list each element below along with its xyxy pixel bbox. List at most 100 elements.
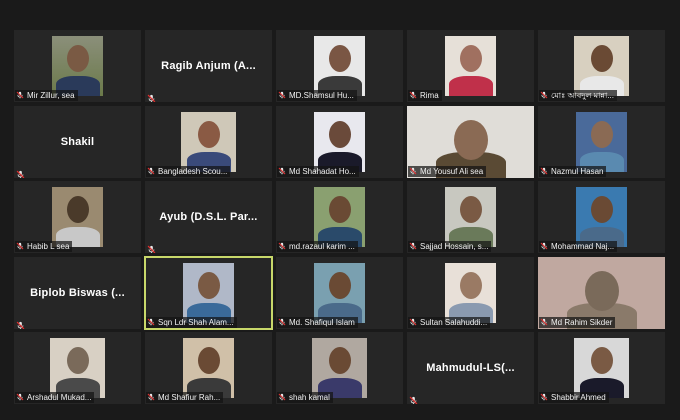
- participant-tile[interactable]: Ayub (D.S.L. Par...: [145, 181, 272, 253]
- participant-name: Md Shahadat Ho...: [289, 166, 356, 176]
- participant-tile[interactable]: Arshadul Mukad...: [14, 332, 141, 404]
- participant-video-feed: [314, 187, 365, 247]
- mic-muted-icon: [409, 167, 417, 176]
- mic-muted-icon: [540, 91, 548, 100]
- mic-muted-icon: [278, 242, 286, 251]
- participant-name: মোঃ আবদুল মান্না...: [551, 91, 614, 100]
- participant-name-tag: Md Yousuf Ali sea: [408, 165, 487, 177]
- participant-name-tag: shah kamal: [277, 392, 333, 403]
- participant-name-tag: Sajjad Hossain, s...: [408, 241, 492, 252]
- participant-name-tag: Md Shafiur Rah...: [146, 392, 224, 403]
- participant-face: [459, 196, 482, 223]
- participant-name-tag: Sultan Salahuddi...: [408, 316, 491, 328]
- participant-tile[interactable]: Md. Shafiqul Islam: [276, 256, 403, 329]
- participant-face: [459, 45, 482, 72]
- participant-video-feed: [181, 111, 236, 172]
- participant-display-name: Ayub (D.S.L. Par...: [159, 211, 258, 223]
- participant-tile[interactable]: Nazmul Hasan: [538, 105, 665, 178]
- participant-tile[interactable]: shah kamal: [276, 332, 403, 404]
- participant-tile[interactable]: Shakil: [14, 105, 141, 178]
- participant-name-tag: Mir Zillur, sea: [15, 90, 78, 101]
- mic-muted-icon: [147, 318, 155, 327]
- participant-display-name: Ragib Anjum (A...: [161, 60, 256, 72]
- mic-muted-icon: [540, 318, 548, 327]
- participant-face: [197, 120, 220, 148]
- participant-name: Rima: [420, 91, 439, 100]
- mic-muted-icon: [409, 392, 418, 404]
- mic-muted-icon: [16, 91, 24, 100]
- participant-video-feed: [574, 338, 629, 398]
- participant-name: Md. Shafiqul Islam: [289, 317, 355, 327]
- participant-tile[interactable]: Sqn Ldr Shah Alam...: [144, 255, 273, 330]
- participant-tile[interactable]: md.razaul karim ...: [276, 181, 403, 253]
- mic-muted-icon: [278, 91, 286, 100]
- participant-face: [328, 271, 351, 299]
- participant-video-feed: [314, 262, 365, 323]
- participant-tile[interactable]: Ragib Anjum (A...: [145, 30, 272, 102]
- mic-muted-icon: [16, 393, 24, 402]
- participant-name: Mir Zillur, sea: [27, 91, 75, 100]
- participant-tile[interactable]: Mohammad Naj...: [538, 181, 665, 253]
- participant-face: [584, 270, 619, 311]
- participant-tile[interactable]: Md Yousuf Ali sea: [407, 105, 534, 178]
- participant-name-tag: Sqn Ldr Shah Alam...: [146, 316, 237, 328]
- participant-video-feed: [183, 338, 234, 398]
- participant-video-feed: [445, 36, 496, 96]
- mic-muted-icon: [147, 393, 155, 402]
- participant-video-feed: [52, 187, 103, 247]
- mic-muted-icon: [409, 91, 417, 100]
- participant-name-tag: Nazmul Hasan: [539, 165, 607, 177]
- participant-tile[interactable]: Md Shafiur Rah...: [145, 332, 272, 404]
- participant-name-tag: Habib L sea: [15, 241, 73, 252]
- participant-name-tag: Bangladesh Scou...: [146, 165, 231, 177]
- participant-video-feed: [314, 111, 365, 172]
- participant-tile[interactable]: Mir Zillur, sea: [14, 30, 141, 102]
- participant-video-feed: [576, 187, 627, 247]
- participant-face: [328, 347, 351, 374]
- participant-tile[interactable]: Rima: [407, 30, 534, 102]
- participant-video-feed: [52, 36, 103, 96]
- mic-muted-icon: [540, 167, 548, 176]
- participant-video-feed: [312, 338, 367, 398]
- participant-name: Md Shafiur Rah...: [158, 393, 221, 402]
- participant-face: [328, 120, 351, 148]
- participant-tile[interactable]: Habib L sea: [14, 181, 141, 253]
- participant-name: Sqn Ldr Shah Alam...: [158, 317, 234, 327]
- participant-tile[interactable]: Sultan Salahuddi...: [407, 256, 534, 329]
- participant-name-tag: Rima: [408, 90, 442, 101]
- participant-tile[interactable]: Shabbir Ahmed: [538, 332, 665, 404]
- mic-muted-icon: [409, 318, 417, 327]
- participant-face: [197, 347, 220, 374]
- participant-video-feed: [574, 36, 629, 96]
- participant-name: Arshadul Mukad...: [27, 393, 92, 402]
- participant-tile[interactable]: Mahmudul-LS(...: [407, 332, 534, 404]
- participant-display-name: Mahmudul-LS(...: [426, 362, 515, 374]
- participant-tile[interactable]: Biplob Biswas (...: [14, 256, 141, 329]
- participant-name-tag: মোঃ আবদুল মান্না...: [539, 90, 617, 101]
- participant-video-feed: [576, 111, 627, 172]
- mic-muted-icon: [409, 242, 417, 251]
- participant-tile[interactable]: MD.Shamsul Hu...: [276, 30, 403, 102]
- participant-name: md.razaul karim ...: [289, 242, 355, 251]
- participant-tile[interactable]: Sajjad Hossain, s...: [407, 181, 534, 253]
- participant-tile[interactable]: Md Rahim Sikder: [538, 256, 665, 329]
- mic-muted-icon: [540, 393, 548, 402]
- participant-name: Bangladesh Scou...: [158, 166, 228, 176]
- participant-tile[interactable]: মোঃ আবদুল মান্না...: [538, 30, 665, 102]
- participant-tile[interactable]: Md Shahadat Ho...: [276, 105, 403, 178]
- participant-video-feed: [50, 338, 105, 398]
- participant-face: [590, 45, 613, 72]
- participant-face: [66, 196, 89, 223]
- participant-name-tag: Md Rahim Sikder: [539, 316, 616, 328]
- participant-face: [590, 196, 613, 223]
- participant-name-tag: Shabbir Ahmed: [539, 392, 609, 403]
- mic-muted-icon: [540, 242, 548, 251]
- mic-muted-icon: [16, 242, 24, 251]
- mic-muted-icon: [16, 166, 25, 178]
- participant-video-feed: [445, 187, 496, 247]
- participant-tile[interactable]: Bangladesh Scou...: [145, 105, 272, 178]
- participant-name: Shabbir Ahmed: [551, 393, 606, 402]
- participant-body: [448, 76, 493, 96]
- participant-name: shah kamal: [289, 393, 330, 402]
- participant-name: Md Rahim Sikder: [551, 317, 613, 327]
